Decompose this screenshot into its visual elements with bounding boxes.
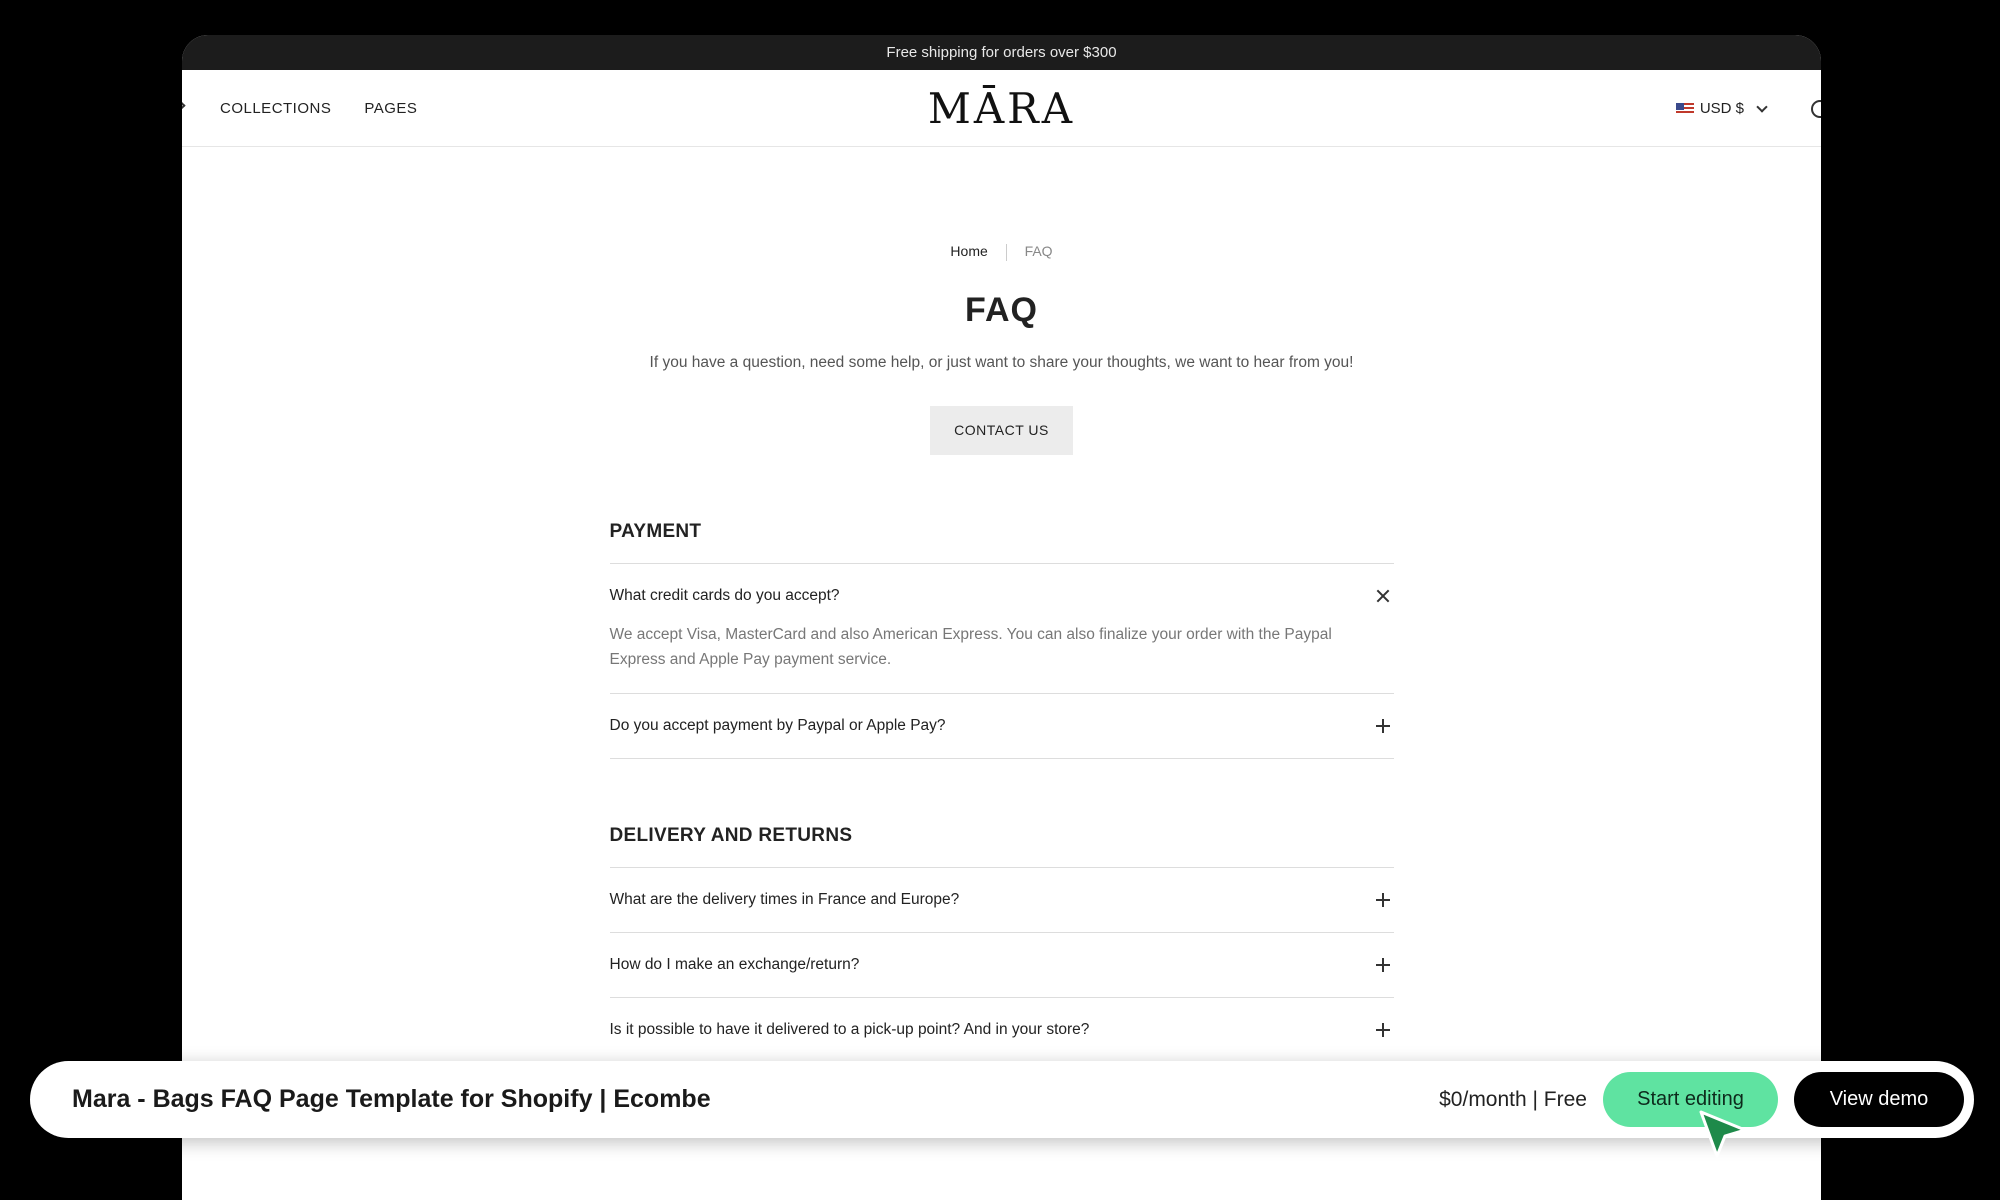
template-price: $0/month | Free — [1439, 1087, 1587, 1111]
faq-item: What are the delivery times in France an… — [609, 868, 1394, 933]
plus-icon[interactable] — [1375, 718, 1390, 733]
breadcrumb-current: FAQ — [1024, 243, 1053, 259]
faq-question: What are the delivery times in France an… — [609, 890, 960, 908]
faq-item: Do you accept payment by Paypal or Apple… — [609, 694, 1394, 759]
announcement-text: Free shipping for orders over $300 — [886, 44, 1117, 61]
breadcrumb: Home FAQ — [610, 243, 1394, 261]
us-flag-icon — [1675, 102, 1694, 115]
faq-question: What credit cards do you accept? — [609, 586, 840, 604]
faq-question-toggle[interactable]: Do you accept payment by Paypal or Apple… — [610, 694, 1394, 758]
section-title-delivery: DELIVERY AND RETURNS — [609, 824, 853, 846]
site-header: COLLECTIONS PAGES MĀRA USD $ — [182, 70, 1821, 147]
chevron-down-icon — [1756, 100, 1768, 113]
faq-question: How do I make an exchange/return? — [609, 955, 860, 973]
faq-item: Is it possible to have it delivered to a… — [609, 998, 1394, 1063]
faq-question: Is it possible to have it delivered to a… — [609, 1020, 1090, 1038]
faq-content: Home FAQ FAQ If you have a question, nee… — [609, 243, 1394, 1063]
template-promo-bar: Mara - Bags FAQ Page Template for Shopif… — [30, 1061, 1974, 1138]
faq-question-toggle[interactable]: What are the delivery times in France an… — [610, 868, 1394, 932]
faq-answer: We accept Visa, MasterCard and also Amer… — [609, 625, 1332, 668]
breadcrumb-divider — [1005, 243, 1007, 261]
close-icon[interactable] — [1376, 589, 1390, 603]
plus-icon[interactable] — [1375, 957, 1390, 972]
currency-label: USD $ — [1699, 100, 1744, 117]
faq-question-toggle[interactable]: How do I make an exchange/return? — [610, 933, 1394, 997]
plus-icon[interactable] — [1375, 892, 1390, 907]
page-title: FAQ — [965, 290, 1038, 329]
faq-list-payment: What credit cards do you accept? We acce… — [609, 562, 1394, 759]
announcement-bar: Free shipping for orders over $300 — [182, 35, 1821, 70]
faq-item: What credit cards do you accept? We acce… — [609, 564, 1394, 694]
cursor-arrow-icon — [1699, 1110, 1747, 1158]
faq-question-toggle[interactable]: What credit cards do you accept? — [610, 564, 1394, 628]
logo-text: MĀRA — [927, 84, 1076, 133]
page-subtitle: If you have a question, need some help, … — [649, 353, 1354, 371]
template-title: Mara - Bags FAQ Page Template for Shopif… — [72, 1085, 711, 1113]
browser-frame: Free shipping for orders over $300 COLLE… — [182, 35, 1821, 1200]
contact-us-button[interactable]: CONTACT US — [930, 405, 1073, 455]
start-editing-button[interactable]: Start editing — [1603, 1072, 1778, 1127]
plus-icon[interactable] — [1375, 1022, 1390, 1037]
view-demo-button[interactable]: View demo — [1794, 1072, 1964, 1127]
faq-question: Do you accept payment by Paypal or Apple… — [609, 716, 946, 734]
currency-selector[interactable]: USD $ — [1675, 70, 1768, 147]
faq-question-toggle[interactable]: Is it possible to have it delivered to a… — [610, 998, 1394, 1062]
faq-list-delivery: What are the delivery times in France an… — [609, 866, 1394, 1063]
faq-item: How do I make an exchange/return? — [609, 933, 1394, 998]
site-logo[interactable]: MĀRA — [182, 70, 1821, 147]
section-title-payment: PAYMENT — [609, 520, 702, 542]
breadcrumb-home[interactable]: Home — [950, 243, 987, 259]
